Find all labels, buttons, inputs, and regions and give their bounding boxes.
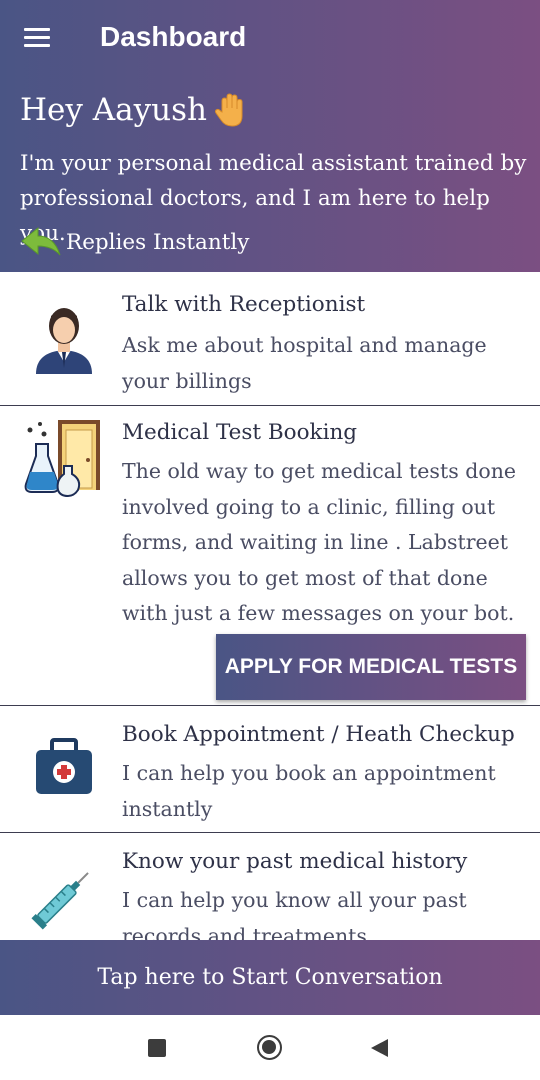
recents-square-icon[interactable] [148, 1039, 166, 1057]
dashboard-header: Dashboard Hey Aayush I'm your personal m… [0, 0, 540, 272]
medical-kit-icon [36, 738, 92, 794]
service-list: Talk with Receptionist Ask me about hosp… [0, 272, 540, 940]
hamburger-menu-icon[interactable] [18, 22, 58, 56]
greeting-text: Hey Aayush [20, 92, 207, 128]
item-title: Book Appointment / Heath Checkup [122, 722, 515, 747]
item-title: Talk with Receptionist [122, 292, 366, 317]
system-navigation-bar [0, 1015, 540, 1080]
list-item-medical-test[interactable]: Medical Test Booking The old way to get … [0, 406, 540, 706]
item-description: The old way to get medical tests done in… [122, 459, 517, 625]
back-triangle-icon[interactable] [371, 1039, 388, 1057]
replies-label: Replies Instantly [66, 229, 250, 255]
item-description: Ask me about hospital and manage your bi… [122, 333, 487, 393]
receptionist-icon [36, 308, 92, 374]
replies-instantly: Replies Instantly [20, 225, 249, 259]
page-title: Dashboard [100, 21, 247, 52]
item-description: I can help you book an appointment insta… [122, 761, 496, 821]
list-item-medical-history[interactable]: Know your past medical history I can hel… [0, 833, 540, 940]
list-item-appointment[interactable]: Book Appointment / Heath Checkup I can h… [0, 706, 540, 833]
reply-arrow-icon [21, 226, 61, 256]
list-item-receptionist[interactable]: Talk with Receptionist Ask me about hosp… [0, 272, 540, 406]
syringe-icon [31, 872, 89, 930]
start-conversation-button[interactable]: Tap here to Start Conversation [0, 940, 540, 1015]
item-title: Know your past medical history [122, 849, 468, 874]
waving-hand-icon [214, 93, 243, 127]
apply-medical-tests-button[interactable]: APPLY FOR MEDICAL TESTS [216, 634, 526, 700]
greeting: Hey Aayush [20, 92, 247, 128]
lab-flask-icon [24, 420, 100, 498]
app-bar: Dashboard [0, 0, 540, 80]
home-circle-icon[interactable] [257, 1035, 282, 1060]
item-title: Medical Test Booking [122, 420, 358, 445]
item-description: I can help you know all your past record… [122, 888, 467, 940]
